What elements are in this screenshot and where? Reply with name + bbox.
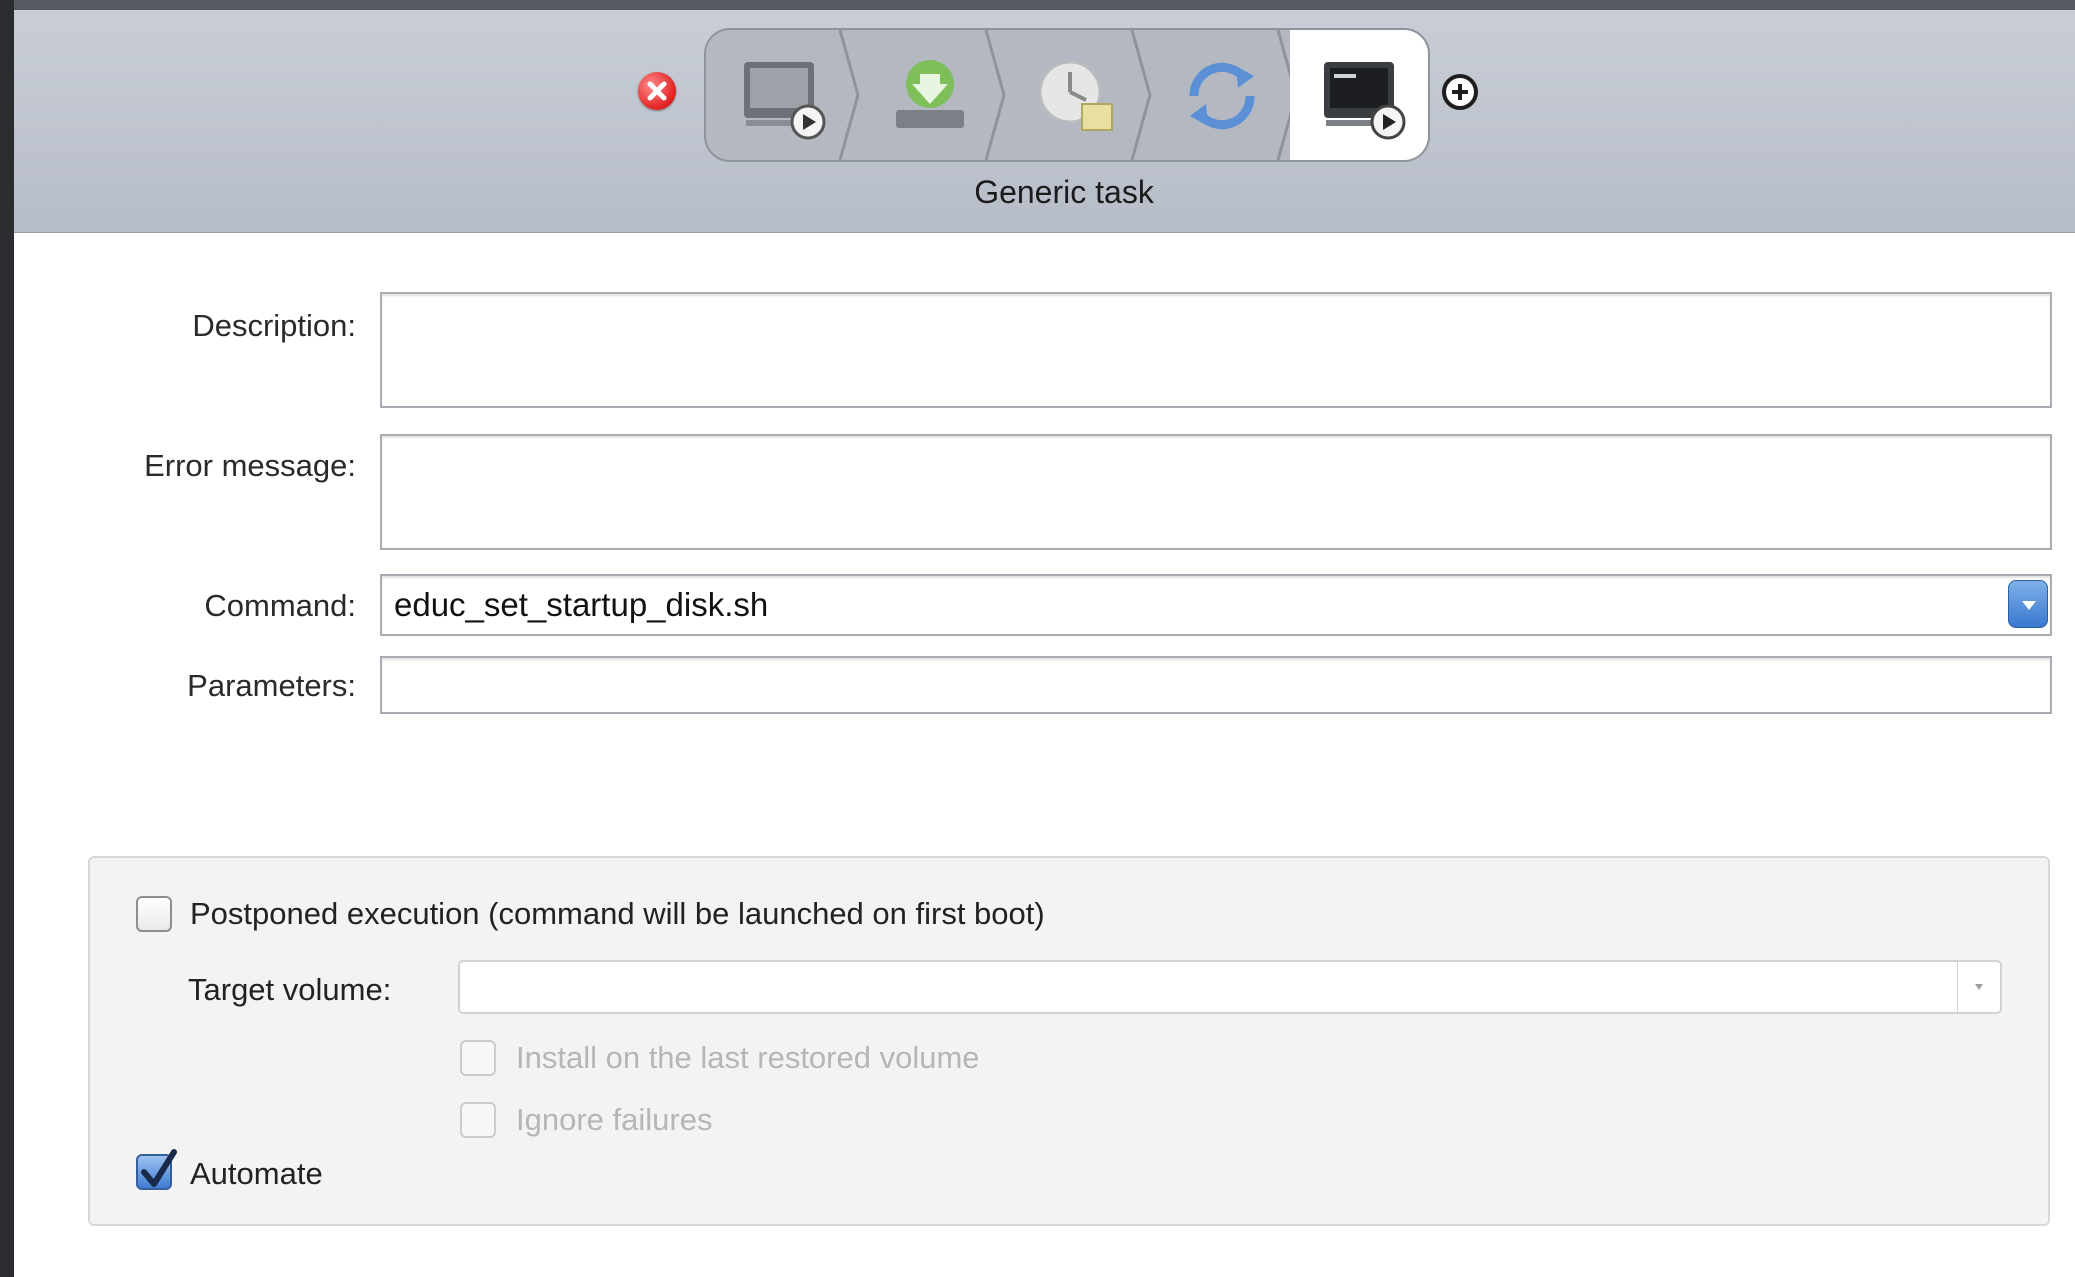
step-sync[interactable] <box>1144 30 1298 160</box>
script-terminal-icon <box>744 62 826 140</box>
step-generic-task[interactable] <box>1290 30 1428 160</box>
workflow-steps <box>704 28 1430 162</box>
description-label: Description: <box>192 308 356 343</box>
step-schedule[interactable] <box>998 30 1152 160</box>
parameters-label: Parameters: <box>187 668 356 703</box>
description-field[interactable] <box>380 292 2052 408</box>
window-top-edge <box>14 0 2075 10</box>
target-volume-select[interactable] <box>458 960 2002 1014</box>
clock-schedule-icon <box>1038 60 1113 131</box>
error-message-field[interactable] <box>380 434 2052 550</box>
add-circle-icon <box>1452 84 1468 100</box>
remove-step-button[interactable] <box>638 72 676 110</box>
remove-circle-icon <box>647 81 667 101</box>
error-message-label: Error message: <box>144 448 356 483</box>
add-step-button[interactable] <box>1442 74 1478 110</box>
automate-checkbox[interactable] <box>136 1149 177 1190</box>
sync-arrows-icon <box>1189 62 1255 130</box>
step-script[interactable] <box>706 30 860 160</box>
ignore-failures-label: Ignore failures <box>516 1102 713 1137</box>
command-label: Command: <box>204 588 356 623</box>
install-last-volume-label: Install on the last restored volume <box>516 1040 980 1075</box>
automate-label: Automate <box>190 1156 323 1191</box>
postponed-execution-label: Postponed execution (command will be lau… <box>190 896 1045 931</box>
workflow-toolbar: Generic task <box>14 0 2075 233</box>
chevron-down-icon <box>1975 984 1983 990</box>
script-terminal-icon <box>1324 62 1406 140</box>
execution-options-group: Postponed execution (command will be lau… <box>88 856 2050 1226</box>
step-caption: Generic task <box>974 174 1154 210</box>
target-volume-label: Target volume: <box>188 972 392 1007</box>
parameters-field[interactable] <box>380 656 2052 714</box>
command-value: educ_set_startup_disk.sh <box>394 586 769 623</box>
postponed-execution-checkbox[interactable] <box>136 896 172 932</box>
ignore-failures-checkbox[interactable] <box>460 1102 496 1138</box>
install-last-volume-checkbox[interactable] <box>460 1040 496 1076</box>
chevron-down-icon <box>2022 601 2036 610</box>
command-dropdown-button[interactable] <box>2008 580 2048 628</box>
checkmark-icon <box>141 1149 177 1187</box>
target-volume-dropdown-button[interactable] <box>1957 962 2000 1012</box>
command-combo[interactable]: educ_set_startup_disk.sh <box>380 574 2052 636</box>
task-editor-window: Generic task Description: Error message:… <box>14 0 2075 1277</box>
step-install[interactable] <box>852 30 1006 160</box>
download-install-icon <box>896 60 964 128</box>
